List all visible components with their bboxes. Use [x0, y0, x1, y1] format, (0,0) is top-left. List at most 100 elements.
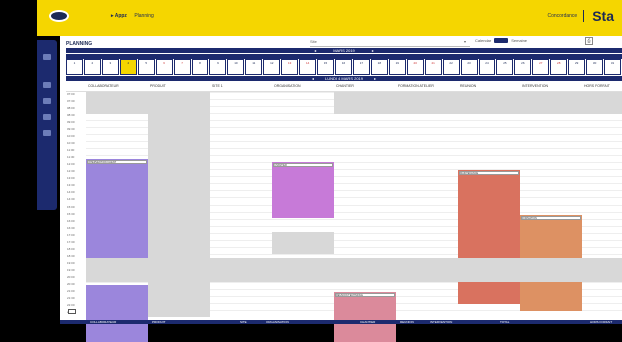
footer-label: TOTAL	[500, 320, 510, 324]
time-label: 20:00	[67, 274, 75, 279]
column-header: HORS FORFAIT	[584, 84, 610, 88]
site-select[interactable]: Site ▾	[310, 39, 470, 47]
time-label: 19:30	[67, 267, 75, 272]
day-cell[interactable]: 22	[442, 59, 460, 75]
event-block[interactable]: MAINTENANCE	[458, 170, 520, 258]
view-toggle[interactable]	[494, 38, 509, 43]
day-cell[interactable]: 2	[83, 59, 101, 75]
time-label: 09:00	[67, 120, 75, 125]
top-right: Concordance Sta	[547, 8, 614, 24]
day-cell[interactable]: 1	[66, 59, 83, 75]
day-cell[interactable]: 12	[263, 59, 281, 75]
time-label: 18:00	[67, 246, 75, 251]
day-cell[interactable]: 6	[155, 59, 173, 75]
day-cell[interactable]: 17	[352, 59, 370, 75]
event-block[interactable]: FORMATION	[520, 215, 582, 258]
unavailable-block	[148, 92, 210, 317]
month-nav: ◂ MARS 2019 ▸	[66, 48, 622, 53]
main-panel: PLANNING Site ▾ Calendar Semaine ⎙ ◂ MAR…	[60, 36, 622, 342]
time-label: 17:00	[67, 232, 75, 237]
prev-month-button[interactable]: ◂	[314, 48, 316, 53]
column-header: PRODUIT	[150, 84, 166, 88]
date-label: LUNDI 4 MARS 2019	[324, 76, 363, 81]
time-label: 14:00	[67, 190, 75, 195]
day-cell[interactable]: 18	[370, 59, 388, 75]
column-header: INTERVENTION	[522, 84, 548, 88]
event-block[interactable]: CHANTIER	[272, 162, 334, 218]
scroll-toggle-button[interactable]	[68, 309, 76, 314]
day-cell[interactable]: 30	[586, 59, 604, 75]
chart-icon[interactable]	[43, 130, 51, 136]
day-cell[interactable]: 16	[335, 59, 352, 75]
day-strip: 1 2 3 4 5 6 7 8 9 10 11 12 13 14 15 16 17 18 19 20 21 22 23 24 2…	[66, 54, 622, 76]
day-cell[interactable]: 19	[388, 59, 406, 75]
nav-planning[interactable]: Planning	[134, 13, 153, 19]
day-cell[interactable]: 10	[227, 59, 245, 75]
day-cell[interactable]: 9	[209, 59, 227, 75]
day-cell[interactable]: 11	[245, 59, 263, 75]
list-icon[interactable]	[43, 114, 51, 120]
event-block[interactable]	[520, 282, 582, 311]
column-headers: COLLABORATEUR PRODUIT SITE 1 ORGANISATION CH…	[66, 82, 622, 92]
day-cell[interactable]: 23	[460, 59, 478, 75]
brand-logo-icon[interactable]	[49, 10, 69, 22]
eye-icon[interactable]	[43, 82, 51, 88]
day-cell[interactable]: 5	[137, 59, 155, 75]
day-cell[interactable]: 24	[478, 59, 496, 75]
day-cell[interactable]: 7	[173, 59, 191, 75]
footer-label: HORS FORFAIT	[590, 320, 613, 324]
time-label: 16:30	[67, 225, 75, 230]
day-cell[interactable]: 29	[568, 59, 586, 75]
day-cell[interactable]: 3	[101, 59, 119, 75]
day-cell[interactable]: 4	[119, 59, 137, 75]
nav-apps[interactable]: ▸ Appz	[111, 13, 127, 19]
column-header: COLLABORATEUR	[88, 84, 119, 88]
event-block[interactable]	[458, 282, 520, 304]
day-cell[interactable]: 20	[406, 59, 424, 75]
time-label: 09:30	[67, 127, 75, 132]
column-header: CHANTIER	[336, 84, 354, 88]
top-nav: ▸ Appz Planning	[111, 13, 160, 19]
next-day-button[interactable]: ▸	[374, 76, 376, 81]
day-cell[interactable]: 31	[604, 59, 621, 75]
day-cell[interactable]: 14	[299, 59, 317, 75]
day-cell[interactable]: 8	[191, 59, 209, 75]
footer-label: PRODUIT	[152, 320, 166, 324]
event-block[interactable]: REUNION TECHNIQUE	[334, 292, 396, 342]
column-header: SITE 1	[212, 84, 223, 88]
time-label: 15:30	[67, 211, 75, 216]
day-cell[interactable]: 13	[281, 59, 299, 75]
time-label: 10:30	[67, 141, 75, 146]
day-cell[interactable]: 15	[317, 59, 335, 75]
page-title: PLANNING	[66, 41, 93, 47]
event-block[interactable]: INTERVENTION CLIENT	[86, 159, 148, 258]
day-cell[interactable]: 28	[550, 59, 568, 75]
user-menu[interactable]: Concordance	[547, 13, 577, 19]
unavailable-block	[334, 92, 622, 114]
time-label: 12:00	[67, 162, 75, 167]
time-label: 18:30	[67, 253, 75, 258]
time-label: 11:00	[67, 148, 75, 153]
day-cell[interactable]: 26	[514, 59, 532, 75]
column-header: FORMATION ATELIER	[398, 84, 434, 88]
chevron-down-icon: ▾	[463, 39, 466, 44]
grid-icon[interactable]	[43, 98, 51, 104]
footer-label: CHANTIER	[360, 320, 376, 324]
event-block[interactable]	[86, 285, 148, 342]
date-nav: ◂ LUNDI 4 MARS 2019 ▸	[66, 76, 622, 81]
prev-day-button[interactable]: ◂	[312, 76, 314, 81]
day-cell[interactable]: 27	[532, 59, 550, 75]
print-button[interactable]: ⎙	[585, 37, 593, 45]
time-label: 12:30	[67, 169, 75, 174]
time-column: 07:00 07:30 08:00 08:30 09:00 09:30 10:00 10:30…	[66, 92, 86, 317]
next-month-button[interactable]: ▸	[372, 48, 374, 53]
site-select-value: Site	[310, 39, 317, 44]
footer-label: SITE	[240, 320, 247, 324]
unavailable-block	[86, 92, 148, 114]
footer-label: REUNION	[400, 320, 414, 324]
time-label: 15:00	[67, 204, 75, 209]
day-cell[interactable]: 21	[424, 59, 442, 75]
day-cell[interactable]: 25	[496, 59, 514, 75]
time-label: 19:00	[67, 260, 75, 265]
home-icon[interactable]	[43, 54, 51, 60]
